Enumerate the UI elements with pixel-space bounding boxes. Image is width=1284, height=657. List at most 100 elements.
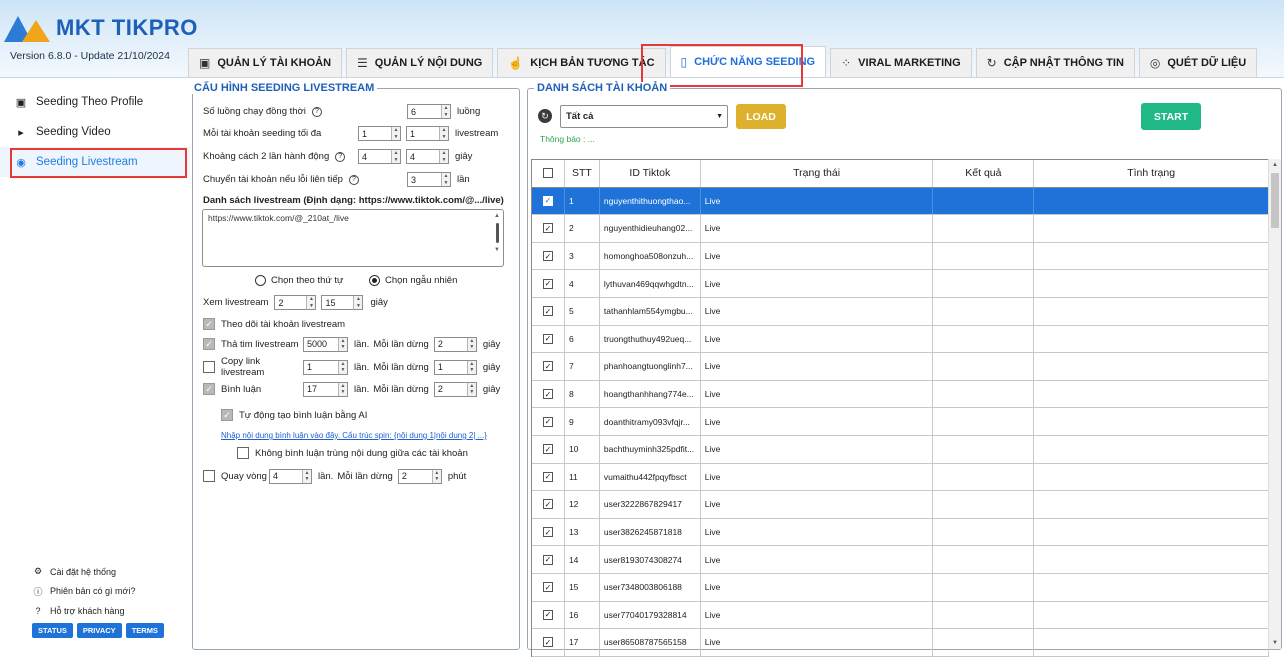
- row-checkbox[interactable]: ✓: [542, 389, 553, 400]
- comment-wait-input[interactable]: 2 ▲ ▼: [433, 381, 477, 397]
- ai-comment-row[interactable]: ✓ Tự động tạo bình luận bằng AI: [221, 409, 367, 421]
- privacy-button[interactable]: PRIVACY: [76, 622, 122, 638]
- row-checkbox[interactable]: ✓: [542, 554, 553, 565]
- scroll-down-icon[interactable]: ▼: [1269, 637, 1281, 649]
- table-row[interactable]: ✓ 16 user77040179328814 Live: [532, 601, 1269, 630]
- table-row[interactable]: ✓ 17 user86508787565158 Live: [532, 629, 1269, 657]
- table-row[interactable]: ✓ 3 homonghoa508onzuh... Live: [532, 242, 1269, 271]
- row-checkbox[interactable]: ✓: [542, 609, 553, 620]
- heart-count-input[interactable]: 5000 ▲ ▼: [303, 336, 348, 352]
- row-select-cell[interactable]: ✓: [532, 270, 565, 297]
- row-checkbox[interactable]: ✓: [542, 416, 553, 427]
- column-header[interactable]: Trạng thái: [701, 160, 934, 187]
- terms-button[interactable]: TERMS: [125, 622, 164, 638]
- row-checkbox[interactable]: ✓: [542, 278, 553, 289]
- tab-chức-năng-seeding[interactable]: ▯ CHỨC NĂNG SEEDING: [669, 46, 827, 77]
- row-select-cell[interactable]: ✓: [532, 463, 565, 491]
- tab-viral-marketing[interactable]: ⁘ VIRAL MARKETING: [830, 48, 972, 77]
- max-seed-to-input[interactable]: 1 ▲ ▼: [406, 126, 449, 141]
- tab-kịch-bản-tương-tác[interactable]: ☝ KỊCH BẢN TƯƠNG TÁC: [497, 48, 666, 77]
- max-seed-from-input[interactable]: 1 ▲ ▼: [358, 126, 401, 141]
- help-icon[interactable]: ?: [348, 174, 359, 185]
- load-button[interactable]: LOAD: [736, 104, 786, 129]
- radio-order[interactable]: Chọn theo thứ tự: [255, 275, 343, 286]
- comment-input-link[interactable]: Nhập nội dung bình luận vào đây. Cấu trú…: [221, 431, 487, 440]
- radio-random-icon[interactable]: [369, 275, 380, 286]
- heart-checkbox[interactable]: ✓: [203, 338, 215, 350]
- table-row[interactable]: ✓ 7 phanhoangtuonglinh7... Live: [532, 353, 1269, 381]
- row-select-cell[interactable]: ✓: [532, 380, 565, 408]
- row-select-cell[interactable]: ✓: [532, 573, 565, 601]
- loop-count-input[interactable]: 4 ▲ ▼: [269, 468, 312, 484]
- row-select-cell[interactable]: ✓: [532, 629, 565, 656]
- row-checkbox[interactable]: ✓: [542, 471, 553, 482]
- watch-to-input[interactable]: 15 ▲ ▼: [321, 295, 364, 310]
- row-select-cell[interactable]: ✓: [532, 297, 565, 325]
- row-checkbox[interactable]: ✓: [542, 251, 553, 262]
- column-header[interactable]: ID Tiktok: [600, 160, 701, 187]
- table-row[interactable]: ✓ 11 vumaithu442fpqyfbsct Live: [532, 463, 1269, 492]
- sidebar-item-1[interactable]: ▸ Seeding Video: [0, 117, 190, 147]
- row-select-cell[interactable]: ✓: [532, 546, 565, 573]
- row-select-cell[interactable]: ✓: [532, 353, 565, 380]
- tab-quản-lý-nội-dung[interactable]: ☰ QUẢN LÝ NỘI DUNG: [346, 48, 494, 77]
- help-icon[interactable]: ?: [311, 106, 322, 117]
- heart-wait-input[interactable]: 2 ▲ ▼: [433, 336, 477, 352]
- loop-checkbox[interactable]: [203, 470, 215, 482]
- header-select-all[interactable]: [532, 160, 565, 187]
- row-select-cell[interactable]: ✓: [532, 187, 565, 215]
- url-scrollbar[interactable]: ▲ ▼: [493, 213, 501, 263]
- status-button[interactable]: STATUS: [32, 622, 73, 638]
- scroll-up-icon[interactable]: ▲: [1269, 159, 1281, 171]
- table-row[interactable]: ✓ 5 tathanhlam554ymgbu... Live: [532, 297, 1269, 326]
- table-row[interactable]: ✓ 15 user7348003806188 Live: [532, 573, 1269, 602]
- loop-wait-input[interactable]: 2 ▲ ▼: [397, 468, 442, 484]
- select-all-checkbox[interactable]: [542, 168, 553, 179]
- tab-quản-lý-tài-khoản[interactable]: ▣ QUẢN LÝ TÀI KHOẢN: [188, 48, 343, 77]
- row-select-cell[interactable]: ✓: [532, 242, 565, 270]
- watch-from-input[interactable]: 2 ▲ ▼: [274, 295, 317, 310]
- row-checkbox[interactable]: ✓: [542, 306, 553, 317]
- table-row[interactable]: ✓ 13 user3826245871818 Live: [532, 518, 1269, 547]
- table-row[interactable]: ✓ 6 truongthuthuy492ueq... Live: [532, 325, 1269, 354]
- radio-order-icon[interactable]: [255, 275, 266, 286]
- table-row[interactable]: ✓ 14 user8193074308274 Live: [532, 546, 1269, 574]
- table-row[interactable]: ✓ 1 nguyenthithuongthao... Live: [532, 187, 1269, 216]
- row-checkbox[interactable]: ✓: [542, 637, 553, 648]
- row-select-cell[interactable]: ✓: [532, 518, 565, 546]
- no-duplicate-row[interactable]: Không bình luận trùng nội dung giữa các …: [237, 447, 468, 459]
- row-select-cell[interactable]: ✓: [532, 215, 565, 242]
- row-select-cell[interactable]: ✓: [532, 491, 565, 518]
- row-select-cell[interactable]: ✓: [532, 601, 565, 629]
- no-duplicate-checkbox[interactable]: [237, 447, 249, 459]
- copy-link-checkbox[interactable]: [203, 361, 215, 373]
- tab-cập-nhật-thông-tin[interactable]: ↻ CẬP NHẬT THÔNG TIN: [975, 48, 1135, 77]
- row-checkbox[interactable]: ✓: [542, 333, 553, 344]
- row-checkbox[interactable]: ✓: [542, 195, 553, 206]
- threads-input[interactable]: 6 ▲ ▼: [407, 104, 451, 119]
- table-scrollbar[interactable]: ▲ ▼: [1268, 159, 1281, 649]
- follow-row[interactable]: ✓ Theo dõi tài khoản livestream: [203, 318, 345, 330]
- row-checkbox[interactable]: ✓: [542, 223, 553, 234]
- row-select-cell[interactable]: ✓: [532, 408, 565, 435]
- footer-link-0[interactable]: ⚙ Cài đặt hệ thống: [32, 562, 182, 582]
- row-select-cell[interactable]: ✓: [532, 435, 565, 463]
- scroll-thumb[interactable]: [1271, 173, 1279, 228]
- footer-link-1[interactable]: ⓘ Phiên bản có gì mới?: [32, 582, 182, 602]
- refresh-icon[interactable]: ↻: [538, 109, 552, 123]
- account-filter-select[interactable]: Tất cả ▼: [560, 105, 728, 128]
- sidebar-item-0[interactable]: ▣ Seeding Theo Profile: [0, 87, 190, 117]
- livestream-url-textarea[interactable]: https://www.tiktok.com/@_210at_/live ▲ ▼: [202, 209, 504, 267]
- table-row[interactable]: ✓ 8 hoangthanhhang774e... Live: [532, 380, 1269, 409]
- ai-comment-checkbox[interactable]: ✓: [221, 409, 233, 421]
- row-select-cell[interactable]: ✓: [532, 325, 565, 353]
- table-row[interactable]: ✓ 4 lythuvan469qqwhgdtn... Live: [532, 270, 1269, 298]
- row-checkbox[interactable]: ✓: [542, 444, 553, 455]
- copy-wait-input[interactable]: 1 ▲ ▼: [433, 359, 477, 375]
- comment-count-input[interactable]: 17 ▲ ▼: [303, 381, 348, 397]
- row-checkbox[interactable]: ✓: [542, 499, 553, 510]
- copy-count-input[interactable]: 1 ▲ ▼: [303, 359, 348, 375]
- follow-checkbox[interactable]: ✓: [203, 318, 215, 330]
- switch-input[interactable]: 3 ▲ ▼: [407, 172, 451, 187]
- interval-from-input[interactable]: 4 ▲ ▼: [358, 149, 401, 164]
